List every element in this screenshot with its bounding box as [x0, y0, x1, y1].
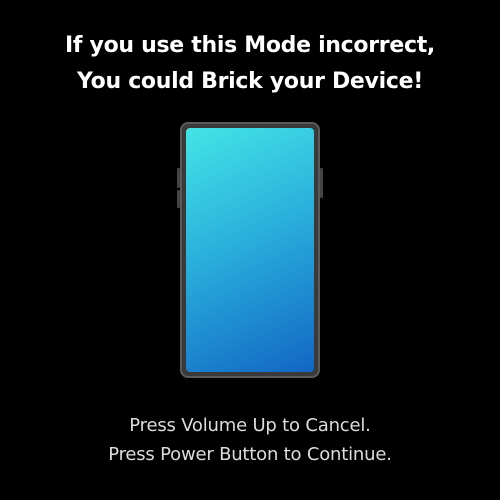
warning-line-1: If you use this Mode incorrect, — [65, 33, 435, 58]
instructions: Press Volume Up to Cancel. Press Power B… — [0, 411, 500, 469]
warning-line-2: You could Brick your Device! — [77, 69, 423, 94]
continue-instruction: Press Power Button to Continue. — [108, 444, 392, 465]
warning-message: If you use this Mode incorrect, You coul… — [0, 28, 500, 100]
power-key-icon — [320, 168, 323, 198]
cancel-instruction: Press Volume Up to Cancel. — [129, 415, 371, 436]
phone-icon — [180, 122, 320, 378]
phone-screen — [186, 128, 314, 372]
